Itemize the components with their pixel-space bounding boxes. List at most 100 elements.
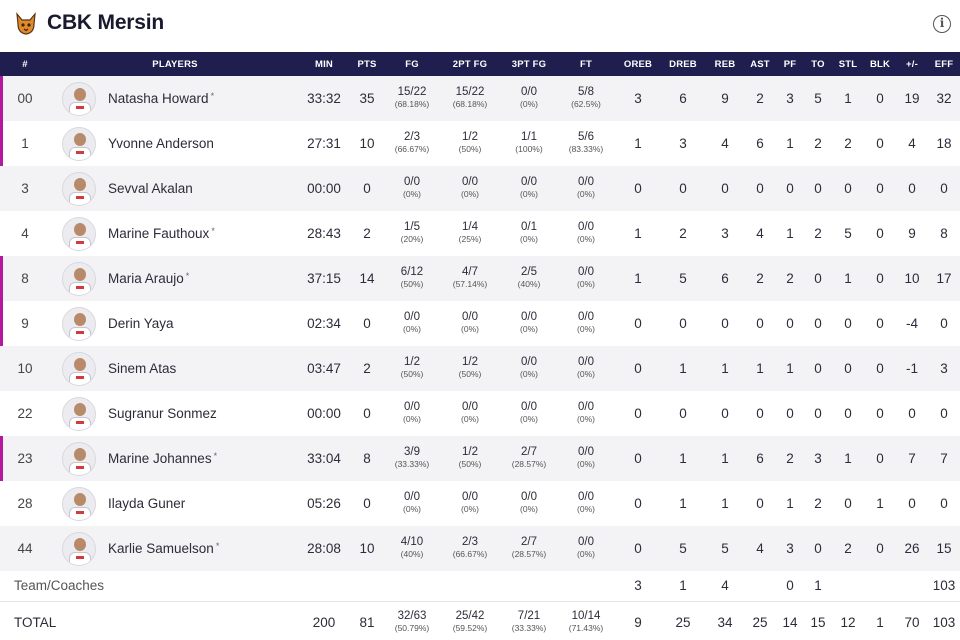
player-number: 22 [17,406,33,421]
totals-row: TOTAL 200 81 32/63 (50.79%) 25/42 (59.52%) 7/21… [0,601,960,640]
player-name[interactable]: Sinem Atas [108,361,176,376]
player-number: 28 [17,496,33,511]
two-point-fg: 0/0 (0%) [438,391,502,436]
field-goals: 15/22 (68.18%) [386,76,438,121]
player-avatar [62,81,96,116]
field-goals-pct: (50.79%) [394,622,430,633]
field-goals-made: 0/0 [404,401,420,413]
column-header-eff[interactable]: EFF [928,52,960,76]
column-header-fg[interactable]: FG [386,52,438,76]
two-point-fg: 0/0 (0%) [438,166,502,211]
table-row[interactable]: 1 Yvonne Anderson 27:31 10 2/3 (66.67%) 1/2 (50… [0,121,960,166]
table-row[interactable]: 28 Ilayda Guner 05:26 0 0/0 (0%) 0/0 (0%) 0/0 (0%… [0,481,960,526]
team-name: CBK Mersin [47,11,165,34]
table-row[interactable]: 3 Sevval Akalan 00:00 0 0/0 (0%) 0/0 (0%) 0/0 (0%… [0,166,960,211]
player-cell[interactable]: Natasha Howard * [50,76,300,121]
efficiency: 0 [940,181,948,196]
rebounds: 0 [721,316,729,331]
assists: 6 [756,136,764,151]
table-row[interactable]: 9 Derin Yaya 02:34 0 0/0 (0%) 0/0 (0%) 0/0 (0%) 0/… [0,301,960,346]
column-header-pts[interactable]: PTS [348,52,386,76]
player-name[interactable]: Natasha Howard * [108,91,214,106]
column-header-plus-minus[interactable]: +/- [896,52,928,76]
field-goals-pct: (66.67%) [394,144,430,154]
free-throws: 0/0 (0%) [556,256,616,301]
column-header-2pt-fg[interactable]: 2PT FG [438,52,502,76]
player-cell[interactable]: Yvonne Anderson [50,121,300,166]
column-header-number[interactable]: # [0,52,50,76]
personal-fouls: 0 [786,578,794,594]
column-header-blk[interactable]: BLK [864,52,896,76]
player-name[interactable]: Sevval Akalan [108,181,193,196]
steals: 1 [844,451,852,466]
column-header-to[interactable]: TO [804,52,832,76]
player-name[interactable]: Derin Yaya [108,316,174,331]
player-name[interactable]: Marine Johannes * [108,451,217,466]
column-header-3pt-fg[interactable]: 3PT FG [502,52,556,76]
personal-fouls: 1 [786,496,794,511]
plus-minus [896,571,928,601]
column-header-ast[interactable]: AST [744,52,776,76]
column-header-reb[interactable]: REB [706,52,744,76]
three-point-fg: 2/7 (28.57%) [502,526,556,571]
offensive-rebounds: 1 [634,136,642,151]
player-cell[interactable]: Marine Fauthoux * [50,211,300,256]
offensive-rebounds: 0 [634,406,642,421]
player-name[interactable]: Ilayda Guner [108,496,185,511]
table-row[interactable]: 00 Natasha Howard * 33:32 35 15/22 (68.18%) 15/… [0,76,960,121]
minutes: 02:34 [307,316,341,331]
player-name[interactable]: Yvonne Anderson [108,136,214,151]
player-cell[interactable]: Ilayda Guner [50,481,300,526]
plus-minus: -4 [905,316,918,331]
info-icon[interactable]: i [933,15,951,33]
table-row[interactable]: 44 Karlie Samuelson * 28:08 10 4/10 (40%) 2/3 (6… [0,526,960,571]
free-throws-pct: (0%) [577,324,595,334]
player-cell[interactable]: Sinem Atas [50,346,300,391]
offensive-rebounds: 1 [634,271,642,286]
steals: 2 [844,541,852,556]
two-point-fg-pct: (50%) [458,144,482,154]
personal-fouls: 1 [786,226,794,241]
player-cell[interactable]: Maria Araujo * [50,256,300,301]
table-row[interactable]: 4 Marine Fauthoux * 28:43 2 1/5 (20%) 1/4 (25%) 0… [0,211,960,256]
column-header-players[interactable]: PLAYERS [50,52,300,76]
column-header-min[interactable]: MIN [300,52,348,76]
turnovers: 0 [814,181,822,196]
player-name[interactable]: Sugranur Sonmez [108,406,217,421]
free-throws-made: 0/0 [578,221,594,233]
rebounds: 1 [721,496,729,511]
assists: 2 [756,271,764,286]
table-row[interactable]: 23 Marine Johannes * 33:04 8 3/9 (33.33%) 1/2 (5… [0,436,960,481]
avatar-head [74,267,86,281]
player-name[interactable]: Maria Araujo * [108,271,189,286]
column-header-oreb[interactable]: OREB [616,52,660,76]
field-goals-pct: (0%) [403,324,421,334]
avatar-jersey [69,101,91,115]
avatar-head [74,132,86,146]
turnovers: 2 [814,226,822,241]
table-row[interactable]: 22 Sugranur Sonmez 00:00 0 0/0 (0%) 0/0 (0%) 0/0… [0,391,960,436]
table-row[interactable]: 8 Maria Araujo * 37:15 14 6/12 (50%) 4/7 (57.14%… [0,256,960,301]
player-cell[interactable]: Sevval Akalan [50,166,300,211]
player-cell[interactable]: Derin Yaya [50,301,300,346]
column-header-dreb[interactable]: DREB [660,52,706,76]
field-goals: 32/63 (50.79%) [386,601,438,640]
three-point-fg-made: 2/7 [521,536,537,548]
player-name[interactable]: Karlie Samuelson * [108,541,219,556]
two-point-fg: 1/2 (50%) [438,436,502,481]
turnovers: 0 [814,271,822,286]
column-header-pf[interactable]: PF [776,52,804,76]
field-goals: 2/3 (66.67%) [386,121,438,166]
column-header-ft[interactable]: FT [556,52,616,76]
field-goals-made: 0/0 [404,311,420,323]
field-goals-pct: (20%) [400,234,424,244]
table-row[interactable]: 10 Sinem Atas 03:47 2 1/2 (50%) 1/2 (50%) 0/0 (0%… [0,346,960,391]
player-cell[interactable]: Marine Johannes * [50,436,300,481]
column-header-stl[interactable]: STL [832,52,864,76]
field-goals-made: 6/12 [400,266,424,278]
player-cell[interactable]: Karlie Samuelson * [50,526,300,571]
three-point-fg-made: 0/0 [521,356,537,368]
efficiency: 103 [932,578,956,594]
player-cell[interactable]: Sugranur Sonmez [50,391,300,436]
player-name[interactable]: Marine Fauthoux * [108,226,215,241]
